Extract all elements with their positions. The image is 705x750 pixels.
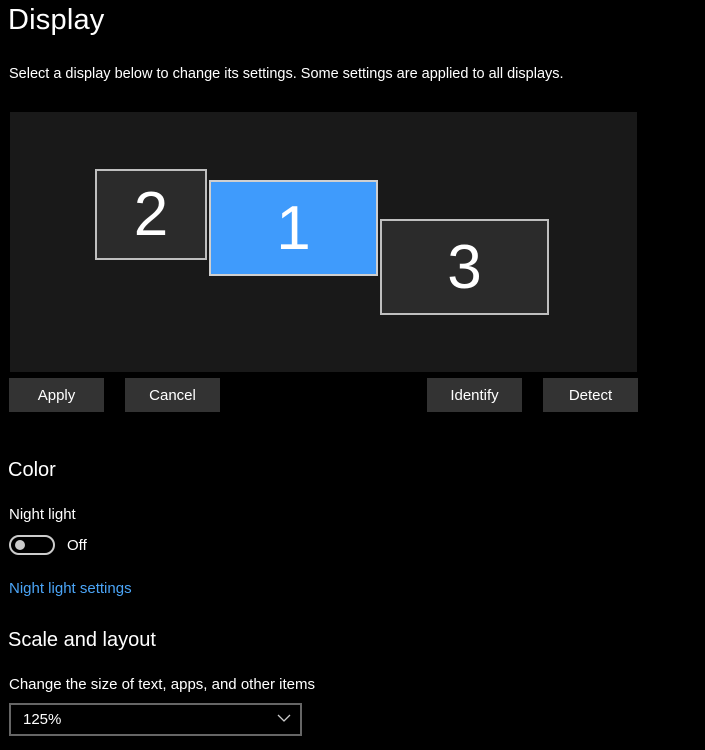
night-light-state: Off [67, 537, 87, 554]
display-1-number: 1 [276, 193, 311, 263]
identify-button[interactable]: Identify [427, 378, 522, 412]
page-title: Display [8, 4, 105, 36]
night-light-toggle[interactable] [9, 535, 55, 555]
display-2-number: 2 [133, 180, 169, 249]
display-1[interactable]: 1 [209, 180, 378, 276]
apply-button[interactable]: Apply [9, 378, 104, 412]
scale-dropdown-value: 125% [23, 711, 62, 728]
scale-size-label: Change the size of text, apps, and other… [9, 676, 316, 693]
toggle-knob [15, 540, 25, 550]
display-3[interactable]: 3 [380, 219, 549, 315]
cancel-button[interactable]: Cancel [125, 378, 220, 412]
night-light-settings-link[interactable]: Night light settings [9, 580, 132, 597]
chevron-down-icon [277, 714, 291, 722]
page-description: Select a display below to change its set… [9, 66, 564, 82]
scale-dropdown[interactable]: 125% [9, 703, 302, 736]
display-arrangement-canvas[interactable]: 2 1 3 [10, 112, 637, 372]
detect-button[interactable]: Detect [543, 378, 638, 412]
night-light-label: Night light [9, 506, 76, 523]
display-3-number: 3 [447, 232, 482, 302]
scale-section-heading: Scale and layout [8, 629, 156, 651]
color-section-heading: Color [8, 459, 56, 481]
display-2[interactable]: 2 [95, 169, 207, 260]
